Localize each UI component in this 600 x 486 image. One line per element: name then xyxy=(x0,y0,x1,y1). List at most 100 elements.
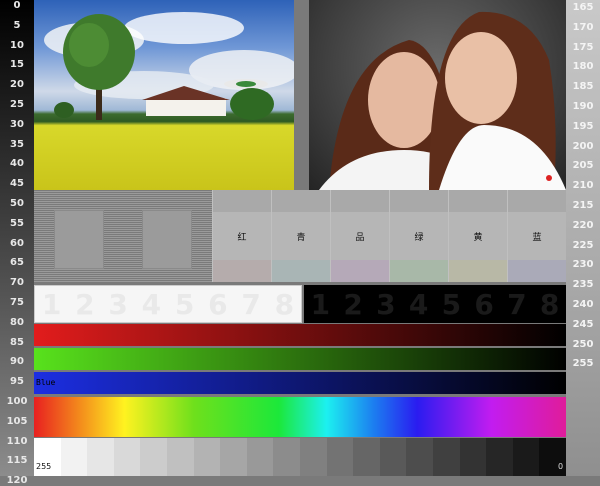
test-number: 4 xyxy=(141,287,162,321)
greyscale-step xyxy=(113,438,141,476)
color-label: 蓝 xyxy=(508,212,566,260)
scale-tick: 120 xyxy=(6,475,28,486)
scale-tick: 50 xyxy=(10,198,24,209)
scale-tick: 35 xyxy=(10,138,24,150)
black-number-strip: 12345678 xyxy=(304,285,566,323)
color-label: 绿 xyxy=(390,212,448,260)
test-number: 5 xyxy=(441,287,462,321)
color-swatch xyxy=(508,260,566,282)
scale-tick: 0 xyxy=(13,0,21,11)
color-column-top xyxy=(449,190,507,212)
test-number: 6 xyxy=(474,287,494,321)
scale-tick: 65 xyxy=(10,257,24,269)
scale-tick: 105 xyxy=(6,415,28,427)
color-spectrum-bar xyxy=(34,397,566,437)
scale-tick: 115 xyxy=(6,455,28,467)
greyscale-step xyxy=(166,438,194,476)
scale-tick: 245 xyxy=(572,318,594,330)
grey-patch-left xyxy=(54,210,104,269)
test-number: 5 xyxy=(174,287,195,321)
greyscale-step xyxy=(299,438,327,476)
red-ramp xyxy=(34,324,566,346)
blue-ramp-label: Blue xyxy=(36,378,56,387)
color-column: 红 xyxy=(212,190,271,282)
greyscale-step xyxy=(459,438,487,476)
white-number-strip: 12345678 xyxy=(34,285,302,323)
scale-tick: 200 xyxy=(572,140,594,152)
color-column: 品 xyxy=(330,190,389,282)
greyscale-step xyxy=(193,438,221,476)
blue-ramp: Blue xyxy=(34,372,566,394)
color-swatch xyxy=(449,260,507,282)
greyscale-step xyxy=(406,438,433,476)
test-number: 3 xyxy=(108,287,128,321)
scale-tick: 190 xyxy=(572,101,594,112)
greyscale-step xyxy=(512,438,540,476)
left-grey-scale: 0 5 10 15 20 25 30 35 40 45 50 55 60 65 70 75 80 85 90 95 10… xyxy=(0,0,34,486)
scale-tick: 45 xyxy=(10,178,24,190)
scale-tick: 180 xyxy=(572,61,594,73)
test-number: 7 xyxy=(507,287,527,321)
scale-tick: 110 xyxy=(6,435,28,447)
scale-tick: 215 xyxy=(572,200,594,211)
greyscale-step-bar xyxy=(34,438,566,476)
test-number: 8 xyxy=(274,287,295,321)
greyscale-left-label: 255 xyxy=(36,462,52,471)
test-number: 1 xyxy=(41,287,62,321)
color-column-top xyxy=(213,190,271,212)
color-column: 蓝 xyxy=(507,190,566,282)
landscape-photo xyxy=(34,0,294,190)
color-column-top xyxy=(272,190,330,212)
scale-tick: 25 xyxy=(10,99,24,110)
scale-tick: 220 xyxy=(572,219,594,231)
test-number: 4 xyxy=(408,287,429,321)
grey-patch-right xyxy=(142,210,192,269)
color-label: 青 xyxy=(272,212,330,260)
color-column-top xyxy=(331,190,389,212)
scale-tick: 225 xyxy=(572,239,594,251)
greyscale-step xyxy=(432,438,460,476)
test-number: 6 xyxy=(208,287,228,321)
test-number: 1 xyxy=(310,287,331,321)
scale-tick: 30 xyxy=(10,118,24,130)
color-swatch xyxy=(331,260,389,282)
test-number: 2 xyxy=(75,287,95,321)
scale-tick: 185 xyxy=(572,81,594,93)
scale-tick: 195 xyxy=(572,120,594,132)
scale-tick: 10 xyxy=(10,39,24,51)
scale-tick: 175 xyxy=(572,41,594,53)
greyscale-right-label: 0 xyxy=(558,462,564,471)
portrait-photo xyxy=(309,0,566,190)
scale-tick: 170 xyxy=(572,21,594,33)
scale-tick: 100 xyxy=(6,396,28,407)
greyscale-step xyxy=(140,438,167,476)
scale-tick: 60 xyxy=(10,237,24,249)
scale-tick: 235 xyxy=(572,279,594,291)
color-column: 绿 xyxy=(389,190,448,282)
color-swatch xyxy=(213,260,271,282)
greyscale-step xyxy=(326,438,354,476)
scale-tick: 95 xyxy=(10,376,24,388)
scale-tick: 165 xyxy=(572,2,594,13)
test-number: 7 xyxy=(241,287,261,321)
test-number: 8 xyxy=(539,287,560,321)
greyscale-step xyxy=(87,438,114,476)
scale-tick: 70 xyxy=(10,277,24,289)
color-name-table: 红青品绿黄蓝 xyxy=(212,190,566,282)
green-ramp xyxy=(34,348,566,370)
scale-tick: 250 xyxy=(572,338,594,350)
greyscale-step xyxy=(60,438,88,476)
scale-tick: 5 xyxy=(13,19,21,31)
scale-tick: 15 xyxy=(10,59,24,71)
scale-tick: 230 xyxy=(572,259,594,271)
test-number: 3 xyxy=(376,287,396,321)
test-number: 2 xyxy=(343,287,363,321)
greyscale-step xyxy=(220,438,247,476)
color-column: 青 xyxy=(271,190,330,282)
right-grey-scale: 165 170 175 180 185 190 195 200 205 210 215 220 225 2… xyxy=(566,0,600,476)
scale-tick: 205 xyxy=(572,160,594,172)
scale-tick: 80 xyxy=(10,316,24,328)
color-column: 黄 xyxy=(448,190,507,282)
color-column-top xyxy=(508,190,566,212)
grey-line-patch-area xyxy=(34,190,212,282)
